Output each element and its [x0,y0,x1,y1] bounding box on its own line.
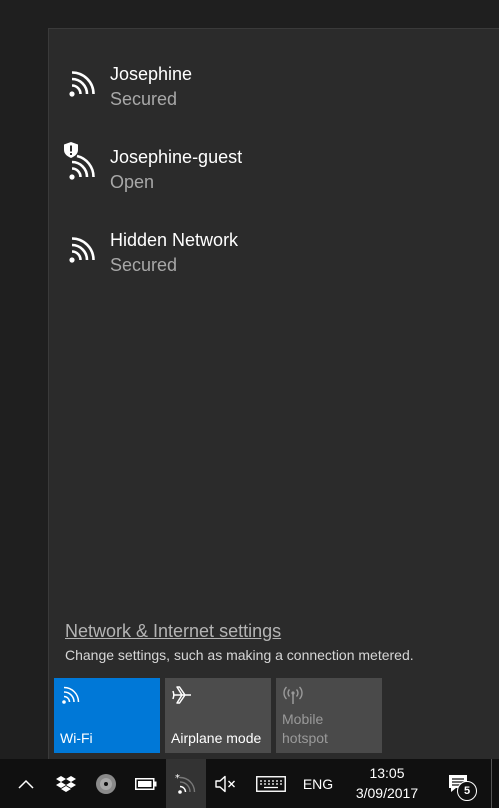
clock-button[interactable]: 13:05 3/09/2017 [342,759,432,808]
network-name: Josephine-guest [110,147,243,167]
disc-tray-button[interactable] [88,759,124,808]
wifi-icon: * [175,773,196,794]
network-item-hidden-network[interactable]: Hidden Network Secured [49,223,499,295]
clock-time: 13:05 [369,765,405,781]
network-settings-description: Change settings, such as making a connec… [65,647,414,663]
shield-warning-icon [64,142,78,158]
wifi-toggle-tile[interactable]: Wi-Fi [54,678,160,753]
notification-count-badge: 5 [457,781,477,801]
chevron-up-icon [18,779,34,789]
disc-icon [96,773,116,794]
volume-muted-icon [215,775,235,792]
wifi-icon [69,237,95,263]
tile-label: Wi-Fi [60,730,93,746]
wifi-icon [62,686,80,704]
tile-label: Mobile hotspot [282,711,328,746]
network-tray-button[interactable]: * [166,759,206,808]
network-item-josephine[interactable]: Josephine Secured [49,57,499,129]
network-name: Hidden Network [110,230,239,250]
hotspot-icon [283,686,303,704]
tile-label: Airplane mode [171,730,262,746]
volume-tray-button[interactable] [208,759,244,808]
action-center-button[interactable]: 5 [436,759,480,808]
network-flyout: Josephine Secured Josephine-guest Open H… [48,28,499,759]
dropbox-tray-button[interactable] [48,759,84,808]
show-desktop-button[interactable] [491,759,499,808]
language-indicator: ENG [302,775,334,792]
taskbar: * ENG 13:05 3/09/2017 5 [0,759,499,808]
network-status: Secured [110,89,178,109]
network-status: Open [110,172,155,192]
network-name: Josephine [110,64,193,84]
clock-date: 3/09/2017 [355,785,419,801]
airplane-icon [172,686,191,704]
keyboard-icon [256,775,286,792]
mobile-hotspot-tile[interactable]: Mobile hotspot [276,678,382,753]
show-hidden-icons-button[interactable] [8,759,44,808]
network-status: Secured [110,255,178,275]
dropbox-icon [56,775,76,792]
wifi-icon [69,71,95,97]
input-language-button[interactable]: ENG [296,759,340,808]
network-item-josephine-guest[interactable]: Josephine-guest Open [49,140,499,212]
network-settings-link[interactable]: Network & Internet settings [65,620,281,642]
touch-keyboard-button[interactable] [250,759,292,808]
airplane-mode-tile[interactable]: Airplane mode [165,678,271,753]
svg-text:*: * [175,773,180,784]
battery-icon [135,777,157,790]
battery-tray-button[interactable] [128,759,164,808]
